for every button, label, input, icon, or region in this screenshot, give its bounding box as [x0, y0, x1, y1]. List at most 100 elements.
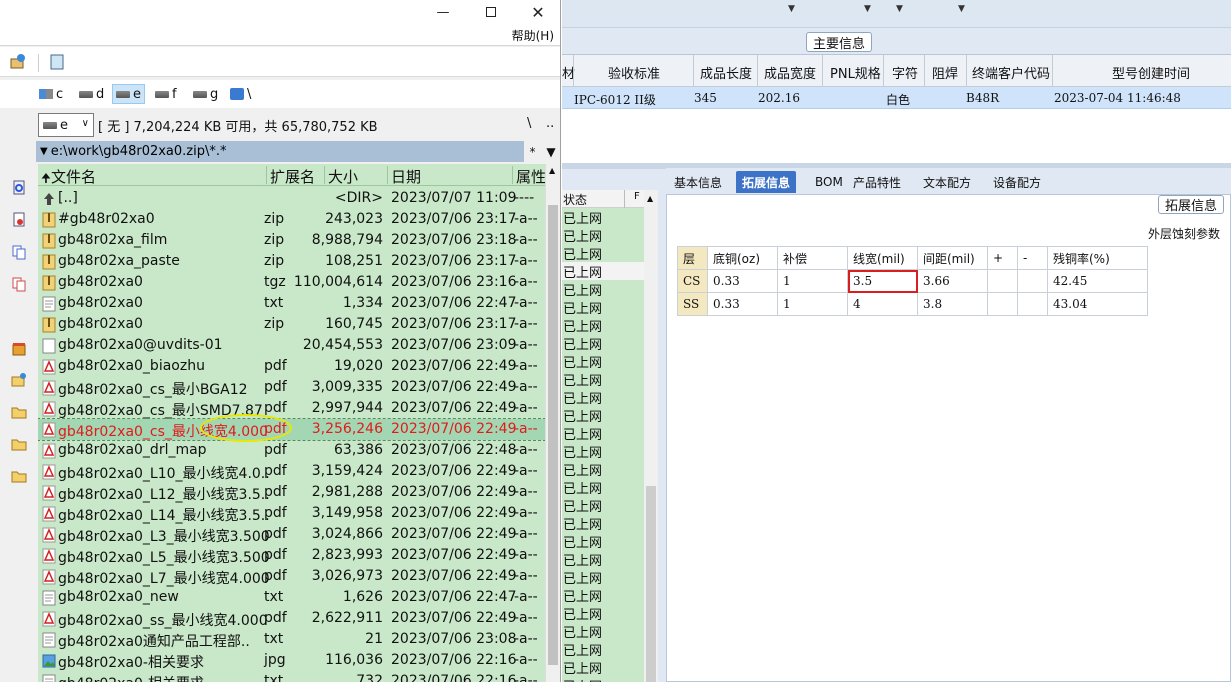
new-folder-icon[interactable] [10, 372, 28, 388]
column-date-header[interactable]: 日期 [391, 166, 421, 187]
file-row[interactable]: gb48r02xa0-相关要求 txt 732 2023/07/06 22:16-a-… [38, 671, 545, 682]
file-row[interactable]: gb48r02xa0_biaozhu pdf 19,020 2023/07/06 22… [38, 356, 545, 377]
tab-bom[interactable]: BOM [809, 171, 849, 193]
folder-icon[interactable] [10, 404, 28, 420]
chevron-down-icon[interactable]: ▼ [958, 4, 965, 14]
status-cell[interactable]: 已上网 [562, 262, 644, 281]
status-cell[interactable]: 已上网 [562, 658, 644, 677]
file-row[interactable]: gb48r02xa0_L14_最小线宽3.5.. pdf 3,149,958 2023… [38, 503, 545, 524]
file-row[interactable]: gb48r02xa0_new txt 1,626 2023/07/06 22:47 -a… [38, 587, 545, 608]
status-cell[interactable]: 已上网 [562, 640, 644, 659]
file-row[interactable]: gb48r02xa0 txt 1,334 2023/07/06 22:47 -a-- [38, 293, 545, 314]
chevron-down-icon[interactable]: ▼ [864, 4, 871, 14]
history-dropdown-icon[interactable]: ▼ [40, 146, 48, 157]
cell-base-copper[interactable]: 0.33 [707, 292, 778, 316]
find-icon[interactable] [10, 180, 28, 196]
status-cell[interactable]: 已上网 [562, 514, 644, 533]
status-cell[interactable]: 已上网 [562, 676, 644, 682]
status-cell[interactable]: 已上网 [562, 370, 644, 389]
cell-line-width[interactable]: 4 [847, 292, 918, 316]
folder-icon[interactable] [10, 468, 28, 484]
chevron-down-icon[interactable]: ▼ [896, 4, 903, 14]
file-row[interactable]: gb48r02xa0_L3_最小线宽3.500 pdf 3,024,866 2023/… [38, 524, 545, 545]
notepad-icon[interactable] [47, 52, 67, 72]
status-cell[interactable]: 已上网 [562, 388, 644, 407]
drive-f-button[interactable]: f [152, 84, 180, 104]
file-row[interactable]: gb48r02xa0@uvdits-01 20,454,553 2023/07/06… [38, 335, 545, 356]
status-cell[interactable]: 已上网 [562, 550, 644, 569]
scrollbar-thumb[interactable] [646, 486, 656, 682]
cell-compensation[interactable]: 1 [777, 292, 848, 316]
view-icon[interactable] [10, 212, 28, 228]
status-cell[interactable]: 已上网 [562, 208, 644, 227]
file-row[interactable]: gb48r02xa0_L5_最小线宽3.500 pdf 2,823,993 2023/… [38, 545, 545, 566]
drive-select[interactable]: e ∨ [38, 113, 94, 137]
cell-base-copper[interactable]: 0.33 [707, 269, 778, 293]
tab-product-features[interactable]: 产品特性 [847, 171, 907, 193]
status-cell[interactable]: 已上网 [562, 334, 644, 353]
scroll-up-icon[interactable]: ▲ [647, 194, 653, 203]
file-row[interactable]: gb48r02xa0通知产品工程部.. txt 21 2023/07/06 23:08… [38, 629, 545, 650]
column-size-header[interactable]: 大小 [328, 166, 358, 187]
scroll-up-icon[interactable]: ▲ [549, 166, 555, 175]
file-row[interactable]: gb48r02xa0 tgz 110,004,614 2023/07/06 23:16… [38, 272, 545, 293]
file-row[interactable]: gb48r02xa0_cs_最小BGA12 pdf 3,009,335 2023/07… [38, 377, 545, 398]
refresh-icon[interactable] [8, 52, 28, 72]
file-row[interactable]: gb48r02xa0_ss_最小线宽4.000 pdf 2,622,911 2023/… [38, 608, 545, 629]
file-row[interactable]: gb48r02xa0 zip 160,745 2023/07/06 23:17 -a-- [38, 314, 545, 335]
file-row[interactable]: #gb48r02xa0 zip 243,023 2023/07/06 23:17 -a-… [38, 209, 545, 230]
status-cell[interactable]: 已上网 [562, 478, 644, 497]
status-cell[interactable]: 已上网 [562, 460, 644, 479]
drive-g-button[interactable]: g [190, 84, 221, 104]
status-cell[interactable]: 已上网 [562, 604, 644, 623]
status-cell[interactable]: 已上网 [562, 280, 644, 299]
file-row[interactable]: gb48r02xa_film zip 8,988,794 2023/07/06 23:… [38, 230, 545, 251]
file-row[interactable]: gb48r02xa0_L12_最小线宽3.5.. pdf 2,981,288 2023… [38, 482, 545, 503]
dir-menu-button[interactable]: ▼ [546, 145, 555, 159]
cell-minus[interactable] [1017, 269, 1048, 293]
file-row[interactable]: gb48r02xa0-相关要求 jpg 116,036 2023/07/06 22:1… [38, 650, 545, 671]
folder-icon[interactable] [10, 436, 28, 452]
params-row-ss[interactable]: SS 0.33 1 4 3.8 43.04 [677, 292, 1148, 316]
help-menu[interactable]: 帮助(H) [512, 27, 554, 44]
cell-plus[interactable] [987, 292, 1018, 316]
cell-compensation[interactable]: 1 [777, 269, 848, 293]
cell-minus[interactable] [1017, 292, 1048, 316]
tab-text-recipe[interactable]: 文本配方 [917, 171, 977, 193]
maximize-button[interactable] [468, 0, 514, 24]
column-name-header[interactable]: 🠉文件名 [41, 166, 96, 190]
status-cell[interactable]: 已上网 [562, 298, 644, 317]
network-drive-button[interactable]: \ [227, 84, 254, 104]
filter-button[interactable]: * [529, 145, 535, 159]
status-cell[interactable]: 已上网 [562, 424, 644, 443]
column-attr-header[interactable]: 属性 [516, 166, 545, 187]
status-cell[interactable]: 已上网 [562, 226, 644, 245]
status-cell[interactable]: 已上网 [562, 568, 644, 587]
status-cell[interactable]: 已上网 [562, 406, 644, 425]
status-cell[interactable]: 已上网 [562, 496, 644, 515]
cell-spacing[interactable]: 3.8 [917, 292, 988, 316]
file-row[interactable]: gb48r02xa0_L7_最小线宽4.000 pdf 3,026,973 2023/… [38, 566, 545, 587]
path-bar[interactable]: ▼ e:\work\gb48r02xa0.zip\*.* [36, 141, 524, 162]
close-button[interactable]: ✕ [515, 0, 560, 24]
status-cell[interactable]: 已上网 [562, 244, 644, 263]
file-row[interactable]: [..] <DIR> 2023/07/07 11:09 ---- [38, 188, 545, 209]
parent-dir-button[interactable]: .. [546, 116, 554, 131]
status-cell[interactable]: 已上网 [562, 352, 644, 371]
pack-icon[interactable] [10, 340, 28, 356]
cell-line-width-highlighted[interactable]: 3.5 [847, 269, 918, 293]
status-cell[interactable]: 已上网 [562, 532, 644, 551]
tab-equipment-recipe[interactable]: 设备配方 [987, 171, 1047, 193]
file-row[interactable]: gb48r02xa_paste zip 108,251 2023/07/06 23:1… [38, 251, 545, 272]
drive-e-button[interactable]: e [112, 84, 145, 104]
tab-basic-info[interactable]: 基本信息 [668, 171, 728, 193]
move-icon[interactable] [10, 276, 28, 292]
minimize-button[interactable]: — [420, 0, 466, 24]
root-dir-button[interactable]: \ [527, 116, 531, 131]
status-cell[interactable]: 已上网 [562, 622, 644, 641]
status-cell[interactable]: 已上网 [562, 586, 644, 605]
cell-residual-copper[interactable]: 43.04 [1047, 292, 1148, 316]
params-row-cs[interactable]: CS 0.33 1 3.5 3.66 42.45 [677, 269, 1148, 293]
status-cell[interactable]: 已上网 [562, 316, 644, 335]
file-row[interactable]: gb48r02xa0_cs_最小SMD7.87 pdf 2,997,944 2023/… [38, 398, 545, 419]
